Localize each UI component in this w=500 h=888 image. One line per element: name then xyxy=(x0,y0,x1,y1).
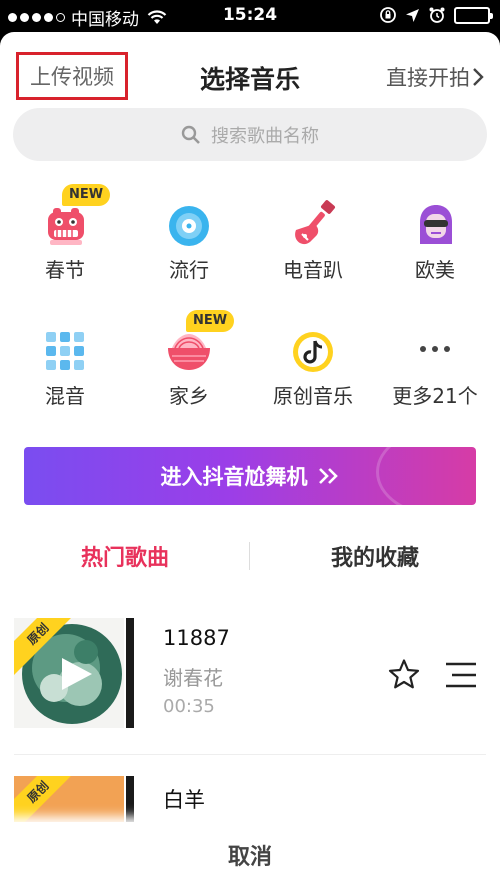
category-label: 欧美 xyxy=(415,258,455,282)
dance-machine-banner[interactable]: 进入抖音尬舞机 xyxy=(24,447,476,505)
vinyl-record-icon xyxy=(169,206,209,246)
category-label: 春节 xyxy=(45,258,85,282)
category-label: 家乡 xyxy=(169,384,209,408)
new-badge: NEW xyxy=(62,184,111,206)
cancel-button[interactable]: 取消 xyxy=(0,822,500,888)
new-badge: NEW xyxy=(186,310,235,332)
record-sleeve-edge xyxy=(126,618,134,728)
tiktok-note-icon xyxy=(293,332,333,372)
music-picker-sheet: 上传视频 选择音乐 直接开拍 搜索歌曲名称 NEW 春节 流行 电音趴 欧美 混… xyxy=(0,32,500,888)
star-icon[interactable] xyxy=(388,658,420,690)
category-original-music[interactable]: 原创音乐 xyxy=(258,318,368,409)
header: 上传视频 选择音乐 直接开拍 xyxy=(0,32,500,112)
mixer-pads-icon xyxy=(46,332,84,370)
lion-dance-icon xyxy=(48,208,84,245)
status-bar: 中国移动 15:24 xyxy=(0,0,500,32)
menu-list-icon[interactable] xyxy=(444,662,478,688)
masked-girl-icon xyxy=(420,205,452,244)
tab-hot-songs[interactable]: 热门歌曲 xyxy=(25,540,225,572)
battery-icon xyxy=(454,6,493,24)
double-chevron-right-icon xyxy=(318,468,338,484)
alarm-clock-icon xyxy=(429,7,445,23)
song-artist: 谢春花 xyxy=(163,666,223,690)
category-pop[interactable]: 流行 xyxy=(134,192,244,283)
search-input[interactable]: 搜索歌曲名称 xyxy=(13,108,487,161)
category-label: 电音趴 xyxy=(283,258,343,282)
dance-banner-label: 进入抖音尬舞机 xyxy=(160,465,308,489)
song-cover[interactable]: 原创 xyxy=(14,618,134,728)
electric-guitar-icon xyxy=(295,200,335,245)
rotation-lock-icon xyxy=(380,7,396,23)
chevron-right-icon xyxy=(473,68,484,86)
search-placeholder: 搜索歌曲名称 xyxy=(211,125,319,147)
category-hometown[interactable]: NEW 家乡 xyxy=(134,310,244,409)
tab-divider xyxy=(249,542,250,570)
location-arrow-icon xyxy=(406,8,419,22)
category-more[interactable]: 更多21个 xyxy=(380,318,490,409)
song-row[interactable]: 原创 11887 谢春花 00:35 xyxy=(0,618,500,728)
song-title: 白羊 xyxy=(163,788,205,812)
category-edm[interactable]: 电音趴 xyxy=(258,192,368,283)
category-spring-festival[interactable]: NEW 春节 xyxy=(10,184,120,283)
more-dots-icon xyxy=(420,346,450,352)
category-remix[interactable]: 混音 xyxy=(10,318,120,409)
search-icon xyxy=(181,125,200,144)
category-label: 更多21个 xyxy=(392,384,478,408)
song-tabs: 热门歌曲 我的收藏 xyxy=(0,530,500,586)
upload-video-button[interactable]: 上传视频 xyxy=(16,52,128,100)
direct-shoot-button[interactable]: 直接开拍 xyxy=(386,62,484,92)
category-label: 原创音乐 xyxy=(273,384,353,408)
direct-shoot-label: 直接开拍 xyxy=(386,66,470,90)
banner-decoration xyxy=(376,447,476,505)
noodle-bowl-icon xyxy=(168,334,210,370)
category-western[interactable]: 欧美 xyxy=(380,192,490,283)
song-title: 11887 xyxy=(163,626,230,650)
tab-favorites[interactable]: 我的收藏 xyxy=(275,540,475,572)
category-label: 混音 xyxy=(45,384,85,408)
song-duration: 00:35 xyxy=(163,696,215,717)
row-divider xyxy=(14,754,486,755)
category-label: 流行 xyxy=(169,258,209,282)
